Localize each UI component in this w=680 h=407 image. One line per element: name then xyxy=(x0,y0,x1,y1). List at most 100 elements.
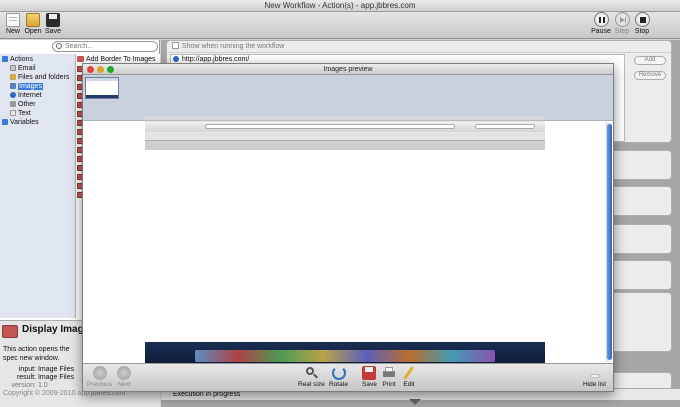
add-url-button[interactable]: Add xyxy=(634,56,666,65)
rotate-button[interactable]: Rotate xyxy=(329,366,348,389)
next-label: Next xyxy=(117,381,131,388)
save-image-button[interactable]: Save xyxy=(362,366,377,389)
new-button[interactable]: New xyxy=(2,13,24,36)
result-value: Image Files xyxy=(37,374,75,381)
step-button[interactable]: Step xyxy=(611,12,633,36)
image-thumbnail[interactable] xyxy=(85,77,119,99)
display-image-icon xyxy=(2,325,18,338)
edit-button[interactable]: Edit xyxy=(402,366,416,389)
collapse-arrow-icon[interactable] xyxy=(409,399,421,405)
step-icon xyxy=(614,12,630,27)
previous-button[interactable]: Previous xyxy=(87,366,112,389)
new-document-icon xyxy=(6,13,20,27)
library-item-label: Images xyxy=(18,83,43,90)
library-item-label: Files and folders xyxy=(18,74,70,81)
real-size-label: Real size xyxy=(298,381,325,388)
main-toolbar: New Open Save Pause Step Stop xyxy=(0,12,680,39)
window-title-bar: New Workflow - Action(s) - app.jbbres.co… xyxy=(0,0,680,12)
remove-url-button[interactable]: Remove xyxy=(634,71,666,80)
step-button-label: Step xyxy=(614,28,630,35)
images-preview-window: Images preview Previous Next Real size R… xyxy=(82,63,614,392)
actions-icon xyxy=(2,56,8,62)
window-title: New Workflow - Action(s) - app.jbbres.co… xyxy=(264,1,416,10)
real-size-button[interactable]: Real size xyxy=(298,366,325,389)
pause-button[interactable]: Pause xyxy=(590,12,612,36)
execution-status: Execution in progress xyxy=(173,391,241,398)
minimize-window-button[interactable] xyxy=(97,66,104,73)
library-actions-group[interactable]: Actions xyxy=(2,55,33,64)
previous-icon xyxy=(92,366,107,380)
stop-button[interactable]: Stop xyxy=(631,12,653,36)
open-folder-icon xyxy=(26,13,40,27)
rotate-icon xyxy=(331,366,346,380)
folder-icon xyxy=(10,74,16,80)
show-when-running-label: Show when running the workflow xyxy=(182,43,285,50)
library-item-email[interactable]: Email xyxy=(10,64,36,73)
library-item-other[interactable]: Other xyxy=(10,100,36,109)
save-disk-icon xyxy=(46,13,60,27)
search-icon xyxy=(56,43,62,49)
search-placeholder: Search... xyxy=(65,43,94,50)
library-item-label: Text xyxy=(18,110,31,117)
library-item-internet[interactable]: Internet xyxy=(10,91,42,100)
library-item-files[interactable]: Files and folders xyxy=(10,73,69,82)
library-tree: Actions Email Files and folders Images I… xyxy=(0,54,76,318)
library-item-label: Other xyxy=(18,101,36,108)
hide-list-label: Hide list xyxy=(583,381,607,388)
library-item-text[interactable]: Text xyxy=(10,109,31,118)
print-button[interactable]: Print xyxy=(382,366,396,389)
scrollbar-thumb[interactable] xyxy=(607,124,612,360)
checkbox[interactable] xyxy=(172,42,179,49)
library-item-label: Email xyxy=(18,65,36,72)
text-icon xyxy=(10,110,16,116)
actions-label: Actions xyxy=(10,56,33,63)
edit-label: Edit xyxy=(403,381,415,388)
globe-icon xyxy=(10,92,16,98)
stop-icon xyxy=(634,12,650,27)
print-label: Print xyxy=(382,381,396,388)
save-button[interactable]: Save xyxy=(42,13,64,36)
previous-label: Previous xyxy=(87,381,113,388)
save-button-label: Save xyxy=(45,28,61,35)
zoom-window-button[interactable] xyxy=(107,66,114,73)
image-action-icon xyxy=(77,56,84,62)
variables-icon xyxy=(2,119,8,125)
rotate-label: Rotate xyxy=(329,381,349,388)
image-icon xyxy=(10,83,16,89)
new-button-label: New xyxy=(5,28,20,35)
printer-icon xyxy=(382,366,396,380)
preview-title: Images preview xyxy=(323,66,373,73)
close-window-button[interactable] xyxy=(87,66,94,73)
divider xyxy=(167,52,671,53)
pause-button-label: Pause xyxy=(591,28,611,35)
other-icon xyxy=(10,101,16,107)
globe-icon xyxy=(173,56,179,62)
pencil-icon xyxy=(402,366,416,380)
open-button-label: Open xyxy=(24,28,42,35)
open-button[interactable]: Open xyxy=(22,13,44,36)
action-item-label: Add Border To Images xyxy=(86,56,156,63)
show-when-running-option[interactable]: Show when running the workflow xyxy=(172,42,284,51)
next-icon xyxy=(117,366,131,380)
version-value: 1.0 xyxy=(37,382,48,389)
thumbnail-strip xyxy=(83,75,613,121)
pause-icon xyxy=(593,12,609,27)
hide-list-icon xyxy=(588,366,602,380)
search-field[interactable]: Search... xyxy=(52,41,158,52)
save-disk-icon xyxy=(362,366,377,380)
stop-button-label: Stop xyxy=(634,28,650,35)
url-text: http://app.jbbres.com/ xyxy=(182,56,250,63)
next-button[interactable]: Next xyxy=(117,366,131,389)
hide-list-button[interactable]: Hide list xyxy=(583,366,606,389)
save-image-label: Save xyxy=(362,381,377,388)
preview-title-bar: Images preview xyxy=(83,64,613,75)
email-icon xyxy=(10,65,16,71)
library-variables-group[interactable]: Variables xyxy=(2,118,39,127)
library-item-images[interactable]: Images xyxy=(10,82,43,91)
preview-scrollbar[interactable] xyxy=(606,122,612,362)
preview-image-browser-chrome xyxy=(145,116,545,150)
variables-label: Variables xyxy=(10,119,39,126)
input-value: Image Files xyxy=(37,366,75,373)
magnifier-icon xyxy=(304,366,319,380)
library-item-label: Internet xyxy=(18,92,42,99)
